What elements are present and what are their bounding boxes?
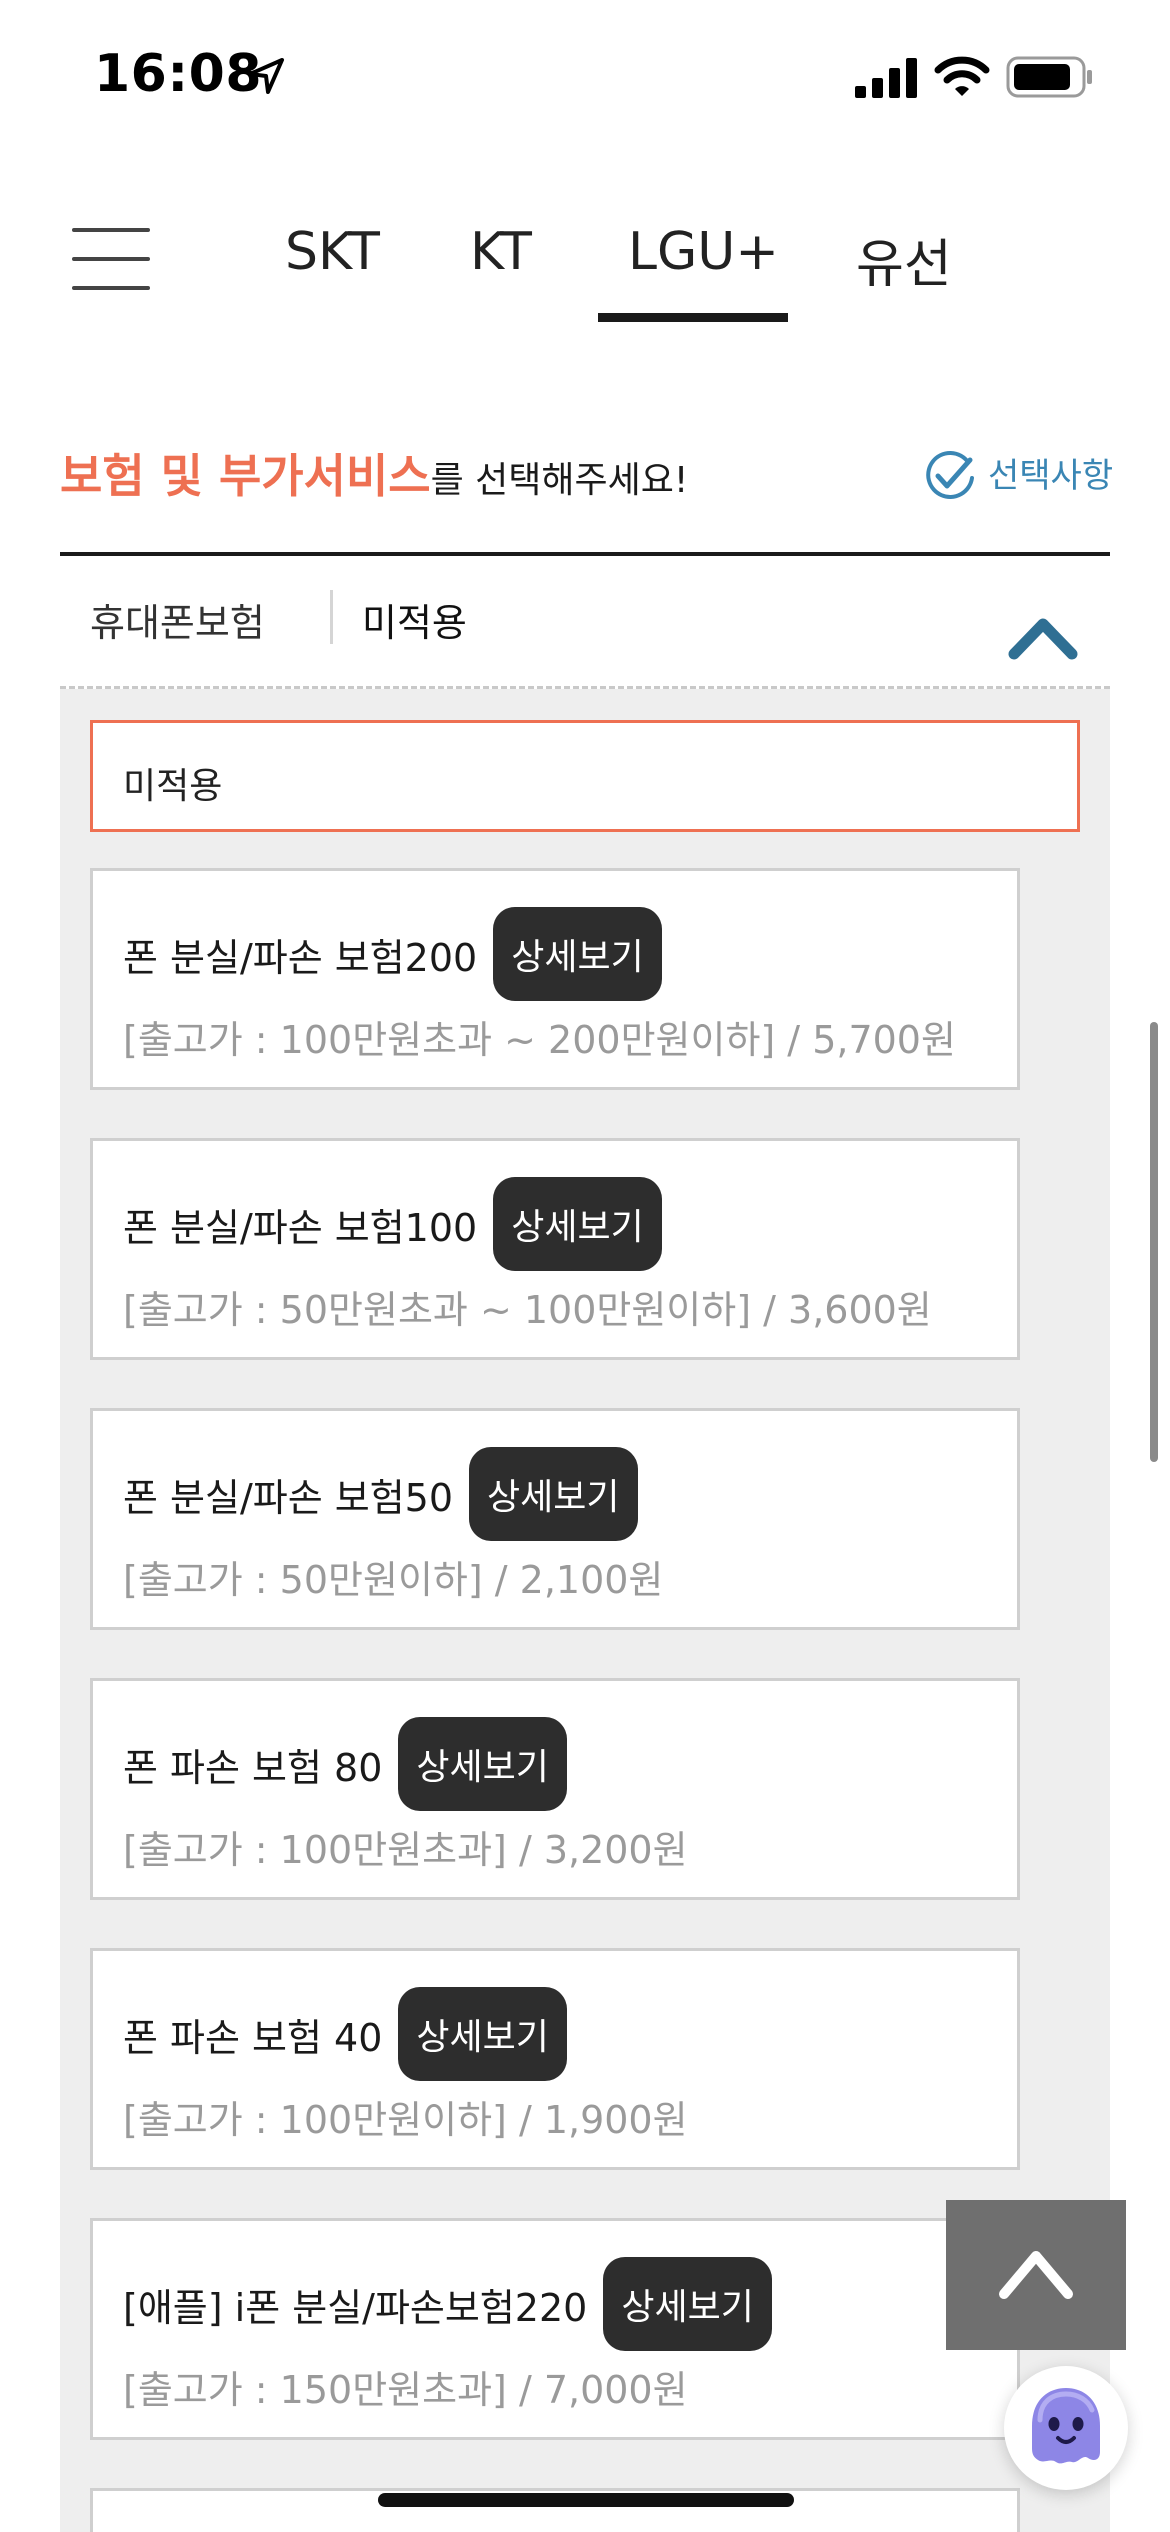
insurance-option-card[interactable]: 폰 분실/파손 보험50 상세보기 [출고가 : 50만원이하] / 2,100… <box>90 1408 1020 1630</box>
accordion-value: 미적용 <box>362 601 467 645</box>
status-bar: 16:08 <box>0 0 1170 150</box>
section-title-rest: 를 선택해주세요! <box>430 460 689 501</box>
option-title: 폰 분실/파손 보험50 <box>123 1475 454 1520</box>
home-indicator[interactable] <box>378 2493 794 2507</box>
scroll-to-top-button[interactable] <box>946 2200 1126 2350</box>
option-title: [애플] i폰 분실/파손보험220 <box>123 2285 588 2330</box>
tab-skt[interactable]: SKT <box>285 222 380 282</box>
detail-button[interactable]: 상세보기 <box>398 1987 567 2081</box>
tab-kt[interactable]: KT <box>470 222 532 282</box>
accordion-label: 휴대폰보험 <box>90 601 265 645</box>
option-not-applied[interactable]: 미적용 <box>90 720 1080 832</box>
tab-wired[interactable]: 유선 <box>856 222 952 297</box>
active-tab-indicator <box>598 313 788 322</box>
insurance-option-card[interactable]: 폰 분실/파손 보험200 상세보기 [출고가 : 100만원초과 ~ 200만… <box>90 868 1020 1090</box>
ghost-chatbot-icon <box>1032 2388 1100 2464</box>
detail-button[interactable]: 상세보기 <box>603 2257 772 2351</box>
option-subtitle: [출고가 : 150만원초과] / 7,000원 <box>123 2368 688 2412</box>
location-arrow-icon <box>248 58 284 94</box>
cellular-signal-icon <box>855 58 917 98</box>
option-subtitle: [출고가 : 50만원초과 ~ 100만원이하] / 3,600원 <box>123 1288 932 1332</box>
option-title: 폰 분실/파손 보험200 <box>123 935 478 980</box>
wifi-icon <box>934 56 990 96</box>
option-subtitle: [출고가 : 100만원초과 ~ 200만원이하] / 5,700원 <box>123 1018 956 1062</box>
section-title: 보험 및 부가서비스를 선택해주세요! <box>60 440 688 506</box>
section-title-accent: 보험 및 부가서비스 <box>60 449 431 503</box>
accordion-divider <box>330 590 333 644</box>
selected-items-label: 선택사항 <box>988 456 1114 496</box>
check-circle-icon <box>926 451 974 499</box>
tab-lgu-plus[interactable]: LGU+ <box>628 222 779 282</box>
option-subtitle: [출고가 : 100만원이하] / 1,900원 <box>123 2098 688 2142</box>
detail-button[interactable]: 상세보기 <box>493 907 662 1001</box>
scrollbar[interactable] <box>1150 1022 1158 1462</box>
insurance-option-card[interactable]: 폰 파손 보험 80 상세보기 [출고가 : 100만원초과] / 3,200원 <box>90 1678 1020 1900</box>
option-subtitle: [출고가 : 50만원이하] / 2,100원 <box>123 1558 664 1602</box>
hamburger-menu-icon[interactable] <box>72 224 152 294</box>
option-title: 폰 파손 보험 40 <box>123 2015 383 2060</box>
battery-icon <box>1006 56 1092 98</box>
insurance-option-card[interactable]: 폰 분실/파손 보험100 상세보기 [출고가 : 50만원초과 ~ 100만원… <box>90 1138 1020 1360</box>
detail-button[interactable]: 상세보기 <box>398 1717 567 1811</box>
option-title: 폰 파손 보험 80 <box>123 1745 383 1790</box>
detail-button[interactable]: 상세보기 <box>493 1177 662 1271</box>
chevron-up-icon[interactable] <box>1008 614 1078 660</box>
option-subtitle: [출고가 : 100만원초과] / 3,200원 <box>123 1828 688 1872</box>
detail-button[interactable]: 상세보기 <box>469 1447 638 1541</box>
option-not-applied-label: 미적용 <box>123 766 223 807</box>
insurance-option-card[interactable]: [애플] i폰 분실/파손보험220 상세보기 [출고가 : 150만원초과] … <box>90 2218 1020 2440</box>
option-title: 폰 분실/파손 보험100 <box>123 1205 478 1250</box>
chatbot-button[interactable] <box>1004 2366 1128 2490</box>
chevron-up-icon <box>999 2251 1073 2299</box>
insurance-option-card[interactable]: 폰 파손 보험 40 상세보기 [출고가 : 100만원이하] / 1,900원 <box>90 1948 1020 2170</box>
status-time: 16:08 <box>94 44 263 104</box>
insurance-accordion-header[interactable]: 휴대폰보험 미적용 <box>60 556 1110 686</box>
